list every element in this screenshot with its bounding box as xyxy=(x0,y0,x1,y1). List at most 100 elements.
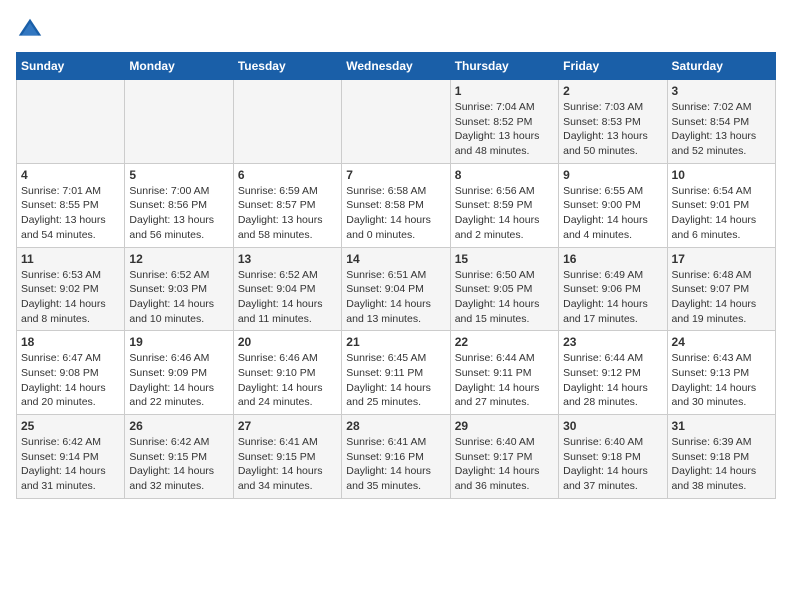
calendar-header: SundayMondayTuesdayWednesdayThursdayFrid… xyxy=(17,53,776,80)
day-number: 10 xyxy=(672,168,771,182)
calendar-cell: 31 Sunrise: 6:39 AM Sunset: 9:18 PM Dayli… xyxy=(667,415,775,499)
calendar-cell: 18 Sunrise: 6:47 AM Sunset: 9:08 PM Dayli… xyxy=(17,331,125,415)
calendar-cell: 7Sunrise: 6:58 AM Sunset: 8:58 PM Daylig… xyxy=(342,163,450,247)
day-info: Sunrise: 6:59 AM Sunset: 8:57 PM Dayligh… xyxy=(238,184,337,243)
day-info: Sunrise: 6:52 AM Sunset: 9:04 PM Dayligh… xyxy=(238,268,337,327)
calendar-cell: 29 Sunrise: 6:40 AM Sunset: 9:17 PM Dayli… xyxy=(450,415,558,499)
day-info: Sunrise: 6:42 AM Sunset: 9:15 PM Dayligh… xyxy=(129,435,228,494)
calendar-cell: 4 Sunrise: 7:01 AM Sunset: 8:55 PM Daylig… xyxy=(17,163,125,247)
logo-icon xyxy=(16,16,44,44)
weekday-header-tuesday: Tuesday xyxy=(233,53,341,80)
calendar-week-2: 4 Sunrise: 7:01 AM Sunset: 8:55 PM Daylig… xyxy=(17,163,776,247)
calendar-cell: 17 Sunrise: 6:48 AM Sunset: 9:07 PM Dayli… xyxy=(667,247,775,331)
calendar-cell: 25 Sunrise: 6:42 AM Sunset: 9:14 PM Dayli… xyxy=(17,415,125,499)
calendar-cell: 2Sunrise: 7:03 AM Sunset: 8:53 PM Daylig… xyxy=(559,80,667,164)
day-info: Sunrise: 6:46 AM Sunset: 9:10 PM Dayligh… xyxy=(238,351,337,410)
day-number: 31 xyxy=(672,419,771,433)
day-number: 26 xyxy=(129,419,228,433)
day-number: 8 xyxy=(455,168,554,182)
calendar-cell: 1Sunrise: 7:04 AM Sunset: 8:52 PM Daylig… xyxy=(450,80,558,164)
day-number: 7 xyxy=(346,168,445,182)
calendar-cell: 20 Sunrise: 6:46 AM Sunset: 9:10 PM Dayli… xyxy=(233,331,341,415)
day-number: 2 xyxy=(563,84,662,98)
calendar-cell xyxy=(342,80,450,164)
weekday-row: SundayMondayTuesdayWednesdayThursdayFrid… xyxy=(17,53,776,80)
day-number: 15 xyxy=(455,252,554,266)
day-info: Sunrise: 6:40 AM Sunset: 9:18 PM Dayligh… xyxy=(563,435,662,494)
weekday-header-saturday: Saturday xyxy=(667,53,775,80)
calendar-cell: 11 Sunrise: 6:53 AM Sunset: 9:02 PM Dayli… xyxy=(17,247,125,331)
calendar-cell: 22Sunrise: 6:44 AM Sunset: 9:11 PM Dayli… xyxy=(450,331,558,415)
day-info: Sunrise: 6:56 AM Sunset: 8:59 PM Dayligh… xyxy=(455,184,554,243)
calendar-table: SundayMondayTuesdayWednesdayThursdayFrid… xyxy=(16,52,776,499)
day-info: Sunrise: 6:45 AM Sunset: 9:11 PM Dayligh… xyxy=(346,351,445,410)
calendar-cell: 8 Sunrise: 6:56 AM Sunset: 8:59 PM Daylig… xyxy=(450,163,558,247)
calendar-cell: 16 Sunrise: 6:49 AM Sunset: 9:06 PM Dayli… xyxy=(559,247,667,331)
day-info: Sunrise: 6:46 AM Sunset: 9:09 PM Dayligh… xyxy=(129,351,228,410)
calendar-cell: 28 Sunrise: 6:41 AM Sunset: 9:16 PM Dayli… xyxy=(342,415,450,499)
calendar-cell: 3 Sunrise: 7:02 AM Sunset: 8:54 PM Daylig… xyxy=(667,80,775,164)
day-number: 1 xyxy=(455,84,554,98)
weekday-header-thursday: Thursday xyxy=(450,53,558,80)
calendar-week-5: 25 Sunrise: 6:42 AM Sunset: 9:14 PM Dayli… xyxy=(17,415,776,499)
day-number: 12 xyxy=(129,252,228,266)
day-info: Sunrise: 7:01 AM Sunset: 8:55 PM Dayligh… xyxy=(21,184,120,243)
day-info: Sunrise: 6:44 AM Sunset: 9:12 PM Dayligh… xyxy=(563,351,662,410)
calendar-week-3: 11 Sunrise: 6:53 AM Sunset: 9:02 PM Dayli… xyxy=(17,247,776,331)
calendar-cell: 21 Sunrise: 6:45 AM Sunset: 9:11 PM Dayli… xyxy=(342,331,450,415)
day-info: Sunrise: 6:39 AM Sunset: 9:18 PM Dayligh… xyxy=(672,435,771,494)
calendar-body: 1Sunrise: 7:04 AM Sunset: 8:52 PM Daylig… xyxy=(17,80,776,499)
calendar-cell: 6 Sunrise: 6:59 AM Sunset: 8:57 PM Daylig… xyxy=(233,163,341,247)
weekday-header-friday: Friday xyxy=(559,53,667,80)
day-number: 28 xyxy=(346,419,445,433)
calendar-cell: 13Sunrise: 6:52 AM Sunset: 9:04 PM Dayli… xyxy=(233,247,341,331)
calendar-cell xyxy=(17,80,125,164)
calendar-cell: 10Sunrise: 6:54 AM Sunset: 9:01 PM Dayli… xyxy=(667,163,775,247)
day-number: 29 xyxy=(455,419,554,433)
calendar-cell: 5Sunrise: 7:00 AM Sunset: 8:56 PM Daylig… xyxy=(125,163,233,247)
day-info: Sunrise: 6:41 AM Sunset: 9:16 PM Dayligh… xyxy=(346,435,445,494)
day-info: Sunrise: 6:52 AM Sunset: 9:03 PM Dayligh… xyxy=(129,268,228,327)
day-number: 20 xyxy=(238,335,337,349)
calendar-cell: 30 Sunrise: 6:40 AM Sunset: 9:18 PM Dayli… xyxy=(559,415,667,499)
day-number: 30 xyxy=(563,419,662,433)
day-number: 11 xyxy=(21,252,120,266)
day-number: 19 xyxy=(129,335,228,349)
day-number: 25 xyxy=(21,419,120,433)
day-number: 6 xyxy=(238,168,337,182)
calendar-cell: 27 Sunrise: 6:41 AM Sunset: 9:15 PM Dayli… xyxy=(233,415,341,499)
logo xyxy=(16,16,48,44)
calendar-cell xyxy=(125,80,233,164)
day-info: Sunrise: 6:49 AM Sunset: 9:06 PM Dayligh… xyxy=(563,268,662,327)
day-number: 18 xyxy=(21,335,120,349)
day-info: Sunrise: 7:02 AM Sunset: 8:54 PM Dayligh… xyxy=(672,100,771,159)
day-number: 27 xyxy=(238,419,337,433)
day-number: 9 xyxy=(563,168,662,182)
calendar-cell: 12 Sunrise: 6:52 AM Sunset: 9:03 PM Dayli… xyxy=(125,247,233,331)
day-info: Sunrise: 6:48 AM Sunset: 9:07 PM Dayligh… xyxy=(672,268,771,327)
day-info: Sunrise: 6:53 AM Sunset: 9:02 PM Dayligh… xyxy=(21,268,120,327)
day-number: 23 xyxy=(563,335,662,349)
day-info: Sunrise: 6:40 AM Sunset: 9:17 PM Dayligh… xyxy=(455,435,554,494)
day-info: Sunrise: 6:50 AM Sunset: 9:05 PM Dayligh… xyxy=(455,268,554,327)
day-info: Sunrise: 6:43 AM Sunset: 9:13 PM Dayligh… xyxy=(672,351,771,410)
calendar-week-1: 1Sunrise: 7:04 AM Sunset: 8:52 PM Daylig… xyxy=(17,80,776,164)
day-number: 24 xyxy=(672,335,771,349)
day-number: 16 xyxy=(563,252,662,266)
day-number: 4 xyxy=(21,168,120,182)
calendar-cell: 24 Sunrise: 6:43 AM Sunset: 9:13 PM Dayli… xyxy=(667,331,775,415)
day-info: Sunrise: 6:41 AM Sunset: 9:15 PM Dayligh… xyxy=(238,435,337,494)
calendar-cell xyxy=(233,80,341,164)
day-number: 17 xyxy=(672,252,771,266)
day-info: Sunrise: 6:47 AM Sunset: 9:08 PM Dayligh… xyxy=(21,351,120,410)
weekday-header-monday: Monday xyxy=(125,53,233,80)
calendar-cell: 23 Sunrise: 6:44 AM Sunset: 9:12 PM Dayli… xyxy=(559,331,667,415)
day-info: Sunrise: 6:44 AM Sunset: 9:11 PM Dayligh… xyxy=(455,351,554,410)
day-number: 21 xyxy=(346,335,445,349)
page-header xyxy=(16,16,776,44)
day-number: 3 xyxy=(672,84,771,98)
calendar-cell: 26 Sunrise: 6:42 AM Sunset: 9:15 PM Dayli… xyxy=(125,415,233,499)
weekday-header-sunday: Sunday xyxy=(17,53,125,80)
day-info: Sunrise: 6:42 AM Sunset: 9:14 PM Dayligh… xyxy=(21,435,120,494)
day-info: Sunrise: 6:55 AM Sunset: 9:00 PM Dayligh… xyxy=(563,184,662,243)
